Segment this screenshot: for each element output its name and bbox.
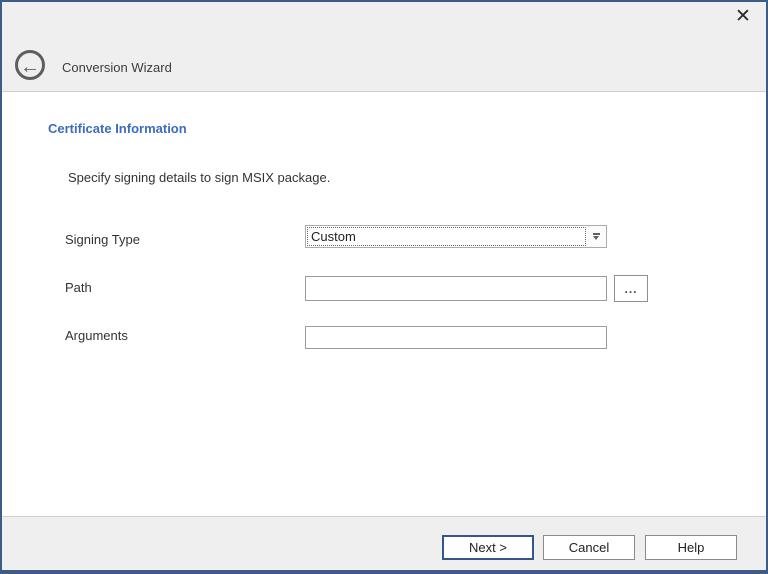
help-button[interactable]: Help [645,535,737,560]
wizard-page-body [2,92,766,512]
signing-type-dropdown[interactable]: Custom [305,225,607,248]
window-title: Conversion Wizard [62,50,172,86]
back-button[interactable]: ← [15,50,45,80]
signing-type-dropdown-button[interactable] [587,226,606,247]
signing-type-label: Signing Type [65,232,140,247]
arguments-label: Arguments [65,328,128,343]
browse-button[interactable]: ... [614,275,648,302]
wizard-header: ✕ ← Conversion Wizard [2,2,766,92]
page-title: Certificate Information [48,121,187,136]
chevron-down-icon [593,233,600,240]
arguments-input[interactable] [305,326,607,349]
next-button[interactable]: Next > [442,535,534,560]
cancel-button[interactable]: Cancel [543,535,635,560]
signing-type-selected-value: Custom [307,227,586,246]
page-description: Specify signing details to sign MSIX pac… [68,170,330,185]
path-label: Path [65,280,92,295]
path-input[interactable] [305,276,607,301]
close-icon[interactable]: ✕ [729,4,753,28]
conversion-wizard-window: ✕ ← Conversion Wizard Certificate Inform… [0,0,768,574]
